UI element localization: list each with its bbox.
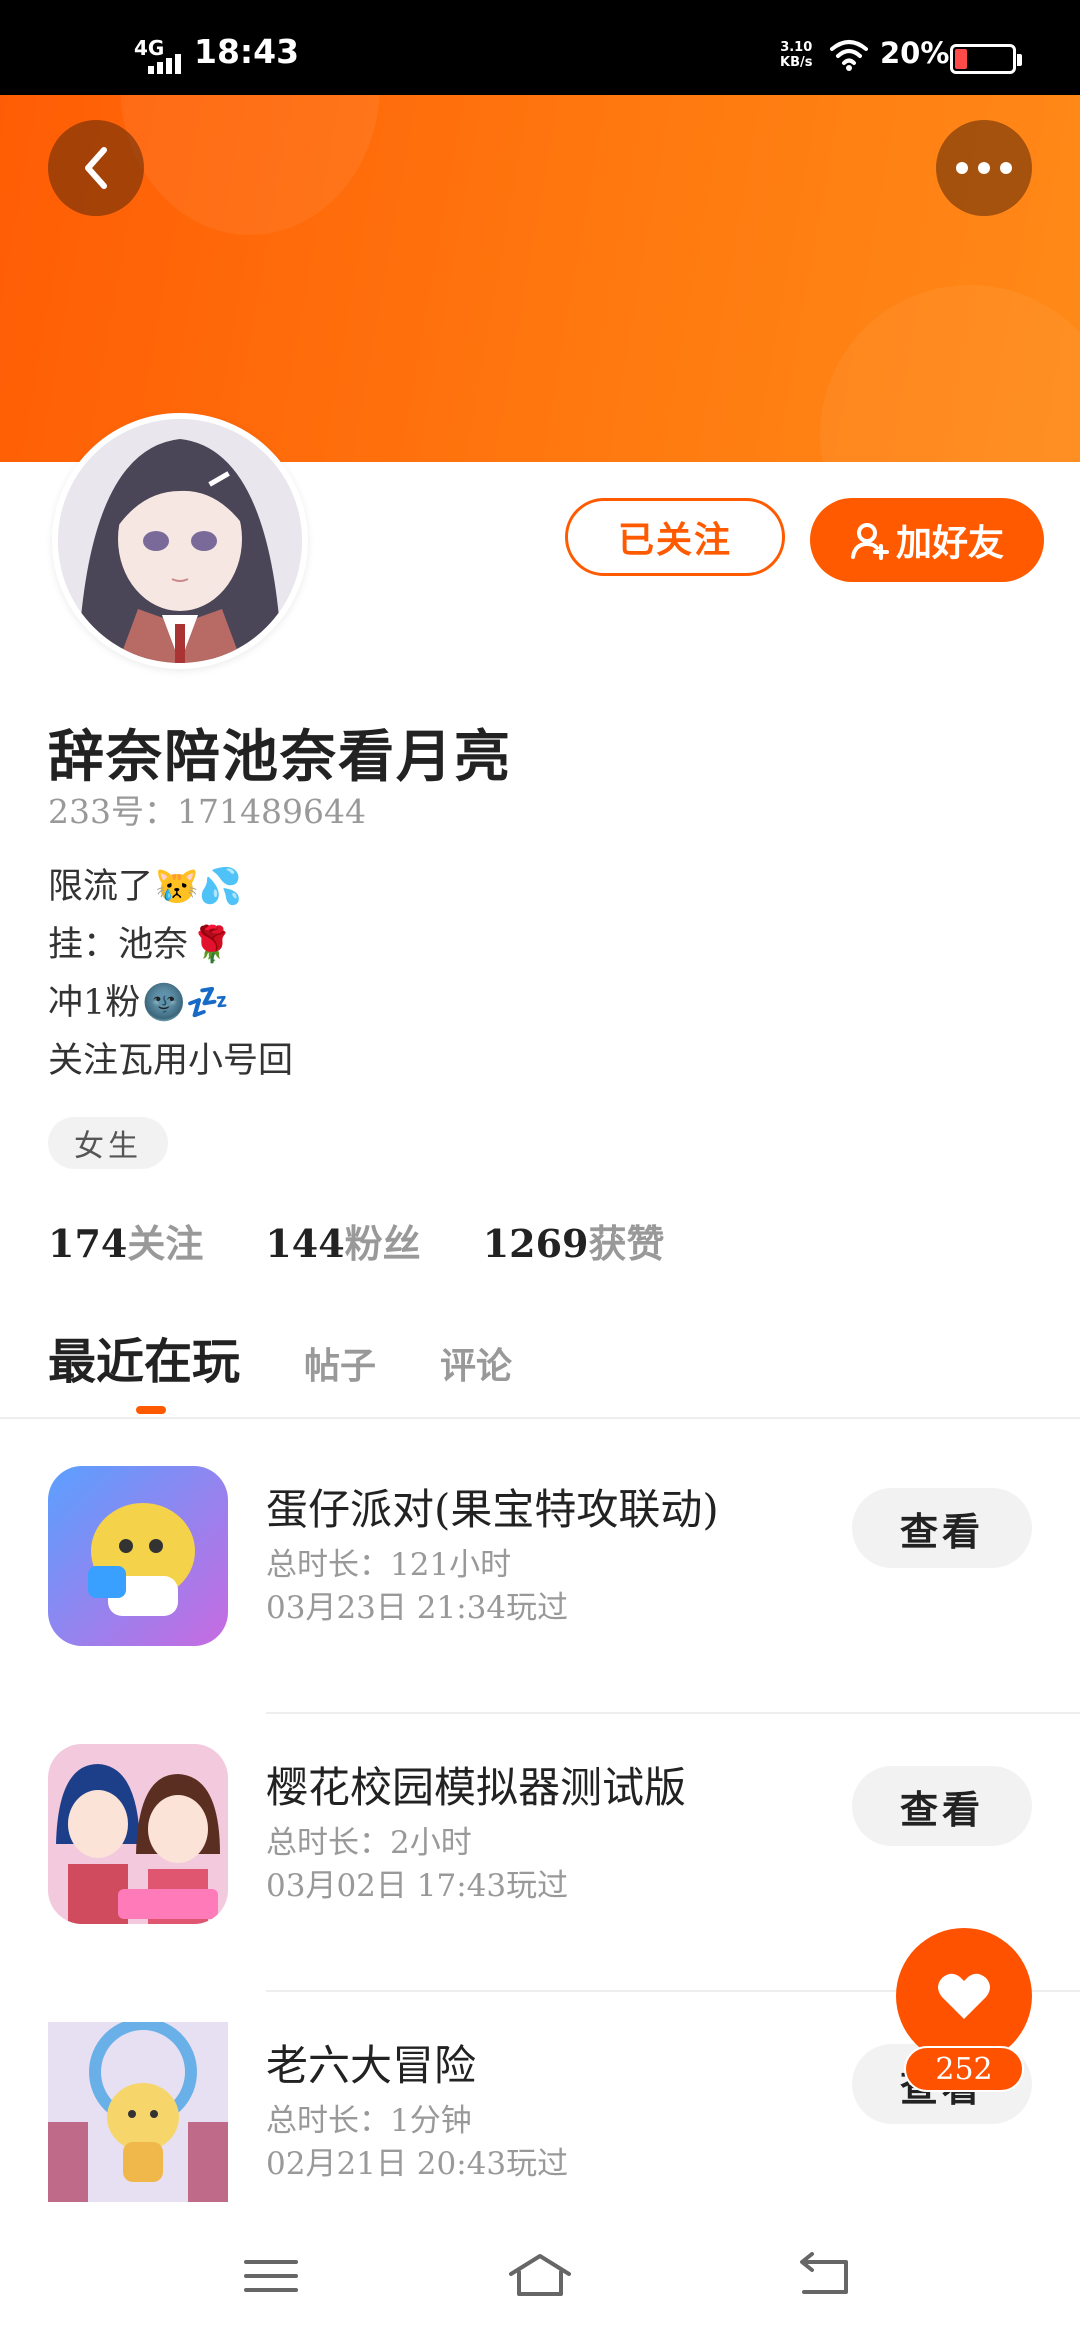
bio-line: 挂：池奈 🌹 xyxy=(48,916,293,974)
bio-line: 关注瓦用小号回 xyxy=(48,1041,294,1081)
profile-banner xyxy=(0,95,1080,462)
stat-following[interactable]: 174关注 xyxy=(48,1213,203,1268)
game-icon xyxy=(48,1466,228,1646)
add-user-icon xyxy=(850,523,889,560)
bio-line: 限流了 😿💦 xyxy=(48,858,293,916)
tab-comments[interactable]: 评论 xyxy=(440,1337,512,1389)
network-speed: 3.10 KB/s xyxy=(780,40,813,70)
battery-percent: 20% xyxy=(880,36,950,70)
menu-icon[interactable] xyxy=(236,2248,306,2304)
more-dots-icon xyxy=(956,162,1012,174)
avatar[interactable] xyxy=(52,413,308,669)
add-friend-button[interactable]: 加好友 xyxy=(810,498,1044,582)
system-nav-bar xyxy=(0,2208,1080,2340)
nickname: 辞奈陪池奈看月亮 xyxy=(48,724,512,790)
wifi-icon xyxy=(830,40,868,71)
bio-line: 冲1粉 🌚💤 xyxy=(48,974,293,1032)
gender-tag: 女生 xyxy=(48,1117,168,1169)
like-button[interactable] xyxy=(896,1928,1032,2064)
stats-row: 174关注 144粉丝 1269获赞 xyxy=(48,1213,664,1268)
view-button[interactable]: 查看 xyxy=(852,1488,1032,1568)
divider xyxy=(0,1417,1080,1419)
clock: 18:43 xyxy=(194,32,300,71)
add-friend-label: 加好友 xyxy=(895,522,1004,564)
avatar-image xyxy=(58,419,302,663)
game-last-played: 03月02日 17:43玩过 xyxy=(266,1868,569,1904)
emoji-icon: 🌚💤 xyxy=(142,983,230,1023)
signal-icon xyxy=(148,52,184,74)
game-total-time: 总时长：2小时 xyxy=(266,1825,472,1861)
bio: 限流了 😿💦 挂：池奈 🌹 冲1粉 🌚💤 关注瓦用小号回 xyxy=(48,858,293,1090)
game-title: 老六大冒险 xyxy=(266,2041,477,2090)
more-button[interactable] xyxy=(936,120,1032,216)
game-total-time: 总时长：1分钟 xyxy=(266,2103,472,2139)
view-button[interactable]: 查看 xyxy=(852,1766,1032,1846)
user-id: 233号：171489644 xyxy=(48,792,366,831)
followed-button[interactable]: 已关注 xyxy=(565,498,785,576)
back-nav-icon[interactable] xyxy=(790,2248,860,2304)
game-title: 樱花校园模拟器测试版 xyxy=(266,1763,687,1812)
tab-recent-playing[interactable]: 最近在玩 xyxy=(48,1322,240,1392)
emoji-icon: 😿💦 xyxy=(155,867,243,907)
stat-likes[interactable]: 1269获赞 xyxy=(483,1213,665,1268)
battery-icon xyxy=(950,44,1022,74)
status-bar: 4G 18:43 3.10 KB/s 20% xyxy=(0,0,1080,95)
tab-posts[interactable]: 帖子 xyxy=(304,1337,376,1389)
game-total-time: 总时长：121小时 xyxy=(266,1547,512,1583)
back-chevron-icon xyxy=(85,147,107,189)
home-icon[interactable] xyxy=(505,2248,575,2304)
game-title: 蛋仔派对(果宝特攻联动) xyxy=(266,1485,719,1534)
game-row[interactable]: 蛋仔派对(果宝特攻联动) 总时长：121小时 03月23日 21:34玩过 查看 xyxy=(0,1436,1080,1714)
game-icon xyxy=(48,1744,228,1924)
tab-bar: 最近在玩 帖子 评论 xyxy=(48,1322,512,1392)
like-count: 252 xyxy=(904,2046,1024,2092)
back-button[interactable] xyxy=(48,120,144,216)
stat-followers[interactable]: 144粉丝 xyxy=(265,1213,420,1268)
game-icon xyxy=(48,2022,228,2202)
heart-icon xyxy=(938,1973,990,2019)
tab-indicator xyxy=(136,1406,166,1414)
game-last-played: 03月23日 21:34玩过 xyxy=(266,1590,569,1626)
game-last-played: 02月21日 20:43玩过 xyxy=(266,2146,569,2182)
emoji-icon: 🌹 xyxy=(190,925,234,965)
